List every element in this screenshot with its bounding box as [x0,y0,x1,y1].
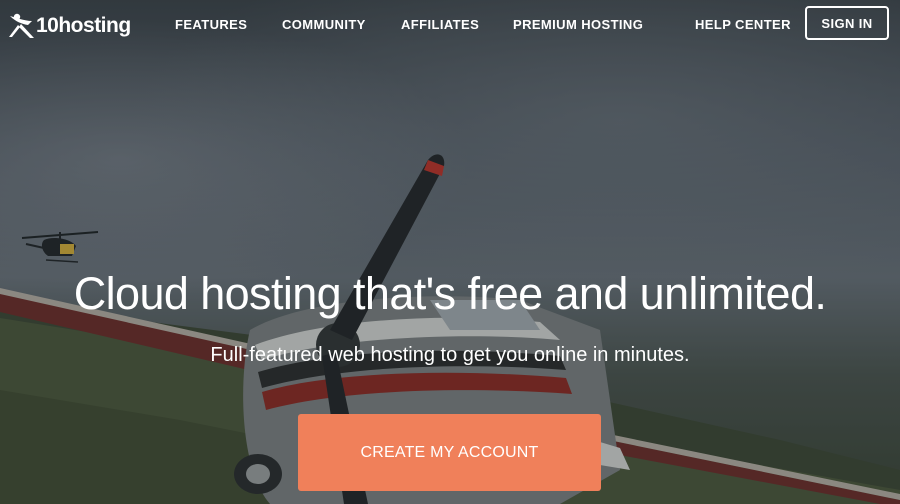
hero-subheadline: Full-featured web hosting to get you onl… [210,344,690,366]
logo-link[interactable]: 10hosting [8,8,131,42]
top-nav: 10hosting FEATURES COMMUNITY AFFILIATES … [0,0,900,50]
nav-link-affiliates[interactable]: AFFILIATES [401,17,479,32]
nav-link-features[interactable]: FEATURES [175,17,247,32]
hero-headline: Cloud hosting that's free and unlimited. [73,268,827,319]
hero-section: 10hosting FEATURES COMMUNITY AFFILIATES … [0,0,900,504]
nav-link-premium-hosting[interactable]: PREMIUM HOSTING [513,17,643,32]
sign-in-button[interactable]: SIGN IN [805,6,889,40]
logo-text: 10hosting [36,14,131,37]
nav-link-community[interactable]: COMMUNITY [282,17,366,32]
create-account-button[interactable]: CREATE MY ACCOUNT [298,414,601,491]
x-figure-logo-icon [9,13,34,38]
nav-link-help-center[interactable]: HELP CENTER [695,17,791,32]
